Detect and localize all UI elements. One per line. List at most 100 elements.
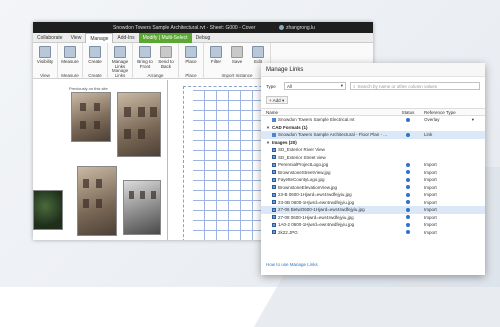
reference-type: Import	[424, 199, 437, 205]
ribbon-tab[interactable]: Add-Ins	[113, 33, 138, 43]
row-status-cell	[394, 154, 422, 162]
sheet-view[interactable]: Previously on this site	[33, 80, 168, 240]
row-name-cell: 27-08 0600-1Hjwrd=ewr4rwdfejyiu.jpg	[266, 214, 394, 222]
table-row[interactable]: PerennialProjectLogo.jpg Import	[261, 161, 485, 169]
image-file-icon	[272, 177, 276, 182]
ribbon-tab[interactable]: Collaborate	[33, 33, 67, 43]
row-name-cell: SD_Exterior Street view	[266, 154, 394, 162]
help-link[interactable]: How to use Manage Links	[266, 262, 318, 267]
image-file-icon	[272, 185, 276, 190]
brownstone-photo[interactable]	[117, 92, 161, 157]
image-file-icon	[272, 207, 276, 212]
row-name: SD_Exterior River View	[278, 147, 325, 152]
ribbon-group: Create Create	[83, 43, 108, 79]
ribbon-button[interactable]: Create	[86, 46, 104, 64]
chevron-down-icon[interactable]: ▾	[266, 124, 270, 132]
search-icon: ⌕	[353, 83, 356, 89]
column-status[interactable]: Status	[394, 109, 422, 115]
row-name-cell: Snowdon Towers Sample Electrical.rvt	[266, 116, 394, 124]
row-status-cell	[394, 116, 422, 124]
row-reference-cell	[422, 146, 477, 154]
ribbon-tab[interactable]: View	[67, 33, 86, 43]
column-reference[interactable]: Reference Type	[422, 109, 477, 115]
tool-icon	[210, 46, 222, 58]
add-button[interactable]: + Add ▾	[266, 96, 288, 104]
ribbon-tab[interactable]: Modify | Multi-Select	[138, 32, 192, 43]
row-name: SD_Exterior Street view	[278, 154, 326, 160]
tool-icon	[231, 46, 243, 58]
group-row[interactable]: ▾ CAD Formats (1)	[261, 124, 485, 132]
historic-building-photo[interactable]	[71, 92, 111, 142]
ribbon-button[interactable]: Send to Back	[157, 46, 175, 69]
group-row[interactable]: ▾ Images (20)	[261, 139, 485, 147]
table-row[interactable]: 23-0B 0600-1Hjwrd=ewr4rwdfejyiu.jpg Impor…	[261, 199, 485, 207]
ribbon-button[interactable]: Visibility	[36, 46, 54, 64]
ribbon-button[interactable]: Save	[228, 46, 246, 64]
search-placeholder: Search by name or other column values	[357, 83, 438, 89]
loaded-status-icon	[406, 132, 410, 137]
reference-type: Import	[424, 207, 437, 212]
row-reference-cell: Import	[422, 221, 477, 229]
reference-type: Import	[424, 192, 437, 197]
column-name[interactable]: Name	[266, 109, 394, 115]
row-name: 27-08 0600-1Hjwrd=ewr4rwdfejyiu.jpg	[278, 214, 354, 220]
row-reference-cell: Import	[422, 206, 477, 214]
row-reference-cell[interactable]: Overlay ▾	[422, 116, 477, 124]
ribbon-button[interactable]: Measure	[61, 46, 79, 64]
user-menu[interactable]: zhangrong.lu	[279, 25, 315, 31]
ribbon-button[interactable]: Manage Links	[111, 46, 129, 69]
chevron-down-icon: ▾	[471, 117, 474, 122]
ribbon-button-label: Place	[185, 59, 197, 64]
reference-type: Import	[424, 222, 437, 227]
loaded-status-icon	[406, 117, 410, 122]
table-row[interactable]: SD_Exterior Street view	[261, 154, 485, 162]
tool-icon	[185, 46, 197, 58]
row-name: 23-0B 0600-1Hjwrd=ewr4rwdfejyiu.jpg	[278, 199, 355, 205]
tool-icon	[64, 46, 76, 58]
loaded-status-icon	[406, 162, 410, 167]
table-row[interactable]: 27-06 BetwO600-1Hjwrd=ewr4rwdfejyiu.jpg I…	[261, 206, 485, 214]
table-row[interactable]: BrownstoneStreetView.jpg Import	[261, 169, 485, 177]
table-row[interactable]: 23-B 0600-1Hjwrd=ewr4rwdfejyiu.jpg Import	[261, 191, 485, 199]
ribbon-button[interactable]: Edit	[249, 46, 267, 64]
table-row[interactable]: Snowdon Towers Sample Electrical.rvt Over…	[261, 116, 485, 124]
ribbon-button-label: Send to Back	[158, 59, 174, 69]
street-view-photo[interactable]	[77, 166, 117, 236]
table-row[interactable]: 2k22.JPG Import	[261, 229, 485, 237]
table-row[interactable]: FayetteCountyLogo.jpg Import	[261, 176, 485, 184]
type-select[interactable]: All ▾	[284, 82, 346, 90]
table-header: Name Status Reference Type	[261, 108, 485, 116]
row-name-cell: 1A0-2 0600-1Hjwrd=ewr4rwdfejyiu.jpg	[266, 221, 394, 229]
row-name: BrownstoneStreetView.jpg	[278, 169, 331, 175]
ribbon-button-label: Save	[231, 59, 243, 64]
add-label: Add	[272, 98, 281, 103]
row-status-cell	[394, 206, 422, 214]
image-file-icon	[272, 162, 276, 167]
elevation-photo[interactable]	[123, 180, 161, 235]
chevron-down-icon[interactable]: ▾	[266, 139, 270, 147]
loaded-status-icon	[406, 192, 410, 197]
table-row[interactable]: SD_Exterior River View	[261, 146, 485, 154]
ribbon-tab[interactable]: Manage	[85, 32, 114, 43]
tool-icon	[252, 46, 264, 58]
row-name-cell: PerennialProjectLogo.jpg	[266, 161, 394, 169]
ribbon-button-label: Filter	[211, 59, 221, 64]
table-row[interactable]: BrownstoneElevationView.jpg Import	[261, 184, 485, 192]
tool-icon	[89, 46, 101, 58]
table-row[interactable]: Snowdon Towers Sample Architectural - Fl…	[261, 131, 485, 139]
table-row[interactable]: 27-08 0600-1Hjwrd=ewr4rwdfejyiu.jpg Impor…	[261, 214, 485, 222]
ribbon-group-label: Measure	[61, 73, 79, 78]
ribbon-button[interactable]: Filter	[207, 46, 225, 64]
ribbon-tab[interactable]: Debug	[192, 33, 215, 43]
row-name: CAD Formats (1)	[272, 124, 308, 130]
image-file-icon	[272, 147, 276, 152]
reference-type: Overlay	[424, 117, 440, 122]
ribbon-button[interactable]: Bring to Front	[136, 46, 154, 69]
search-input[interactable]: ⌕ Search by name or other column values	[350, 82, 480, 90]
links-table-body: Snowdon Towers Sample Electrical.rvt Over…	[261, 116, 485, 236]
ribbon-button[interactable]: Place	[182, 46, 200, 64]
table-row[interactable]: 1A0-2 0600-1Hjwrd=ewr4rwdfejyiu.jpg Impor…	[261, 221, 485, 229]
river-view-photo[interactable]	[33, 190, 63, 230]
row-status-cell	[394, 221, 422, 229]
dialog-title: Manage Links	[261, 63, 485, 77]
